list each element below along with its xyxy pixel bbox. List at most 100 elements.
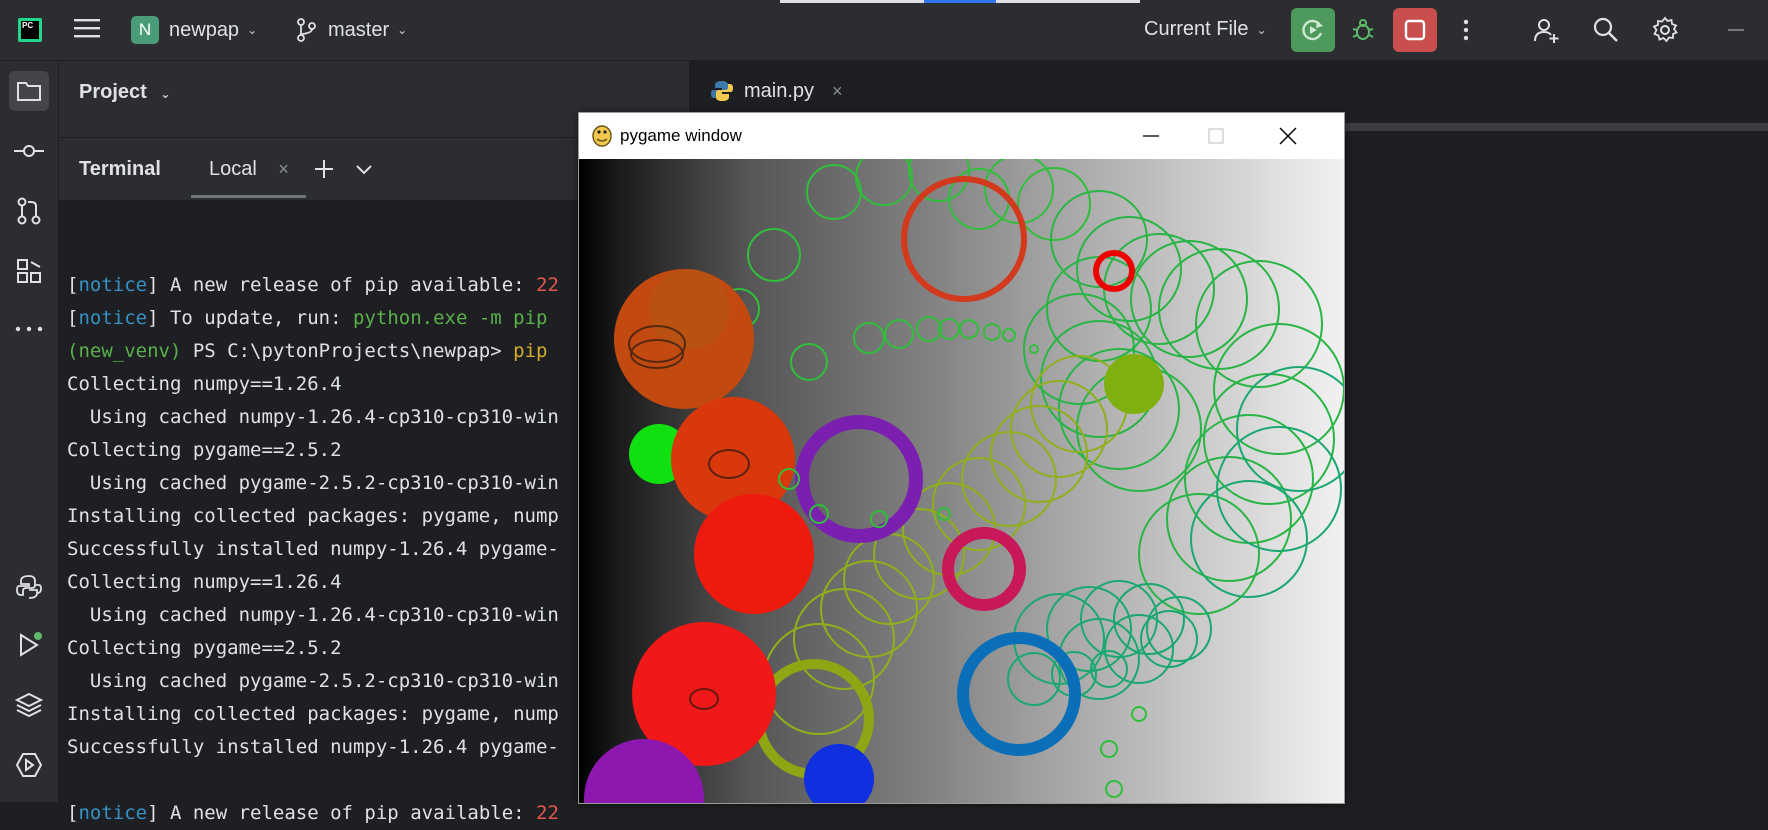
settings-button[interactable] [1643, 8, 1687, 52]
branch-switcher[interactable]: master ⌄ [296, 18, 407, 42]
python-file-icon [711, 81, 733, 101]
minimize-icon [1728, 29, 1744, 31]
hamburger-menu-icon [74, 19, 100, 38]
project-name: newpap [169, 18, 240, 41]
terminal-line: Collecting numpy==1.26.4 [67, 368, 559, 401]
search-icon [1593, 17, 1618, 42]
terminal-text: ] To update, run: [147, 307, 353, 329]
pygame-window[interactable]: pygame window [578, 112, 1345, 804]
code-with-me-button[interactable] [1524, 8, 1568, 52]
terminal-line: Collecting pygame==2.5.2 [67, 632, 559, 665]
terminal-text: 22 [536, 802, 559, 824]
tool-window-bar [0, 61, 59, 802]
bug-icon [1352, 19, 1374, 40]
pygame-close-button[interactable] [1258, 113, 1318, 158]
editor-scrollbar-track[interactable] [1340, 123, 1768, 131]
terminal-text: 22 [536, 274, 559, 296]
editor-tab-main-py[interactable]: main.py × [710, 79, 843, 103]
pygame-circles-render [584, 159, 1344, 803]
add-user-icon [1534, 19, 1559, 43]
layers-icon [15, 692, 43, 718]
search-button[interactable] [1584, 8, 1628, 52]
terminal-text: python.exe -m pip [353, 307, 548, 329]
window-tab-indicator [996, 0, 1140, 3]
pygame-maximize-button[interactable] [1186, 113, 1246, 158]
terminal-text: [ [67, 274, 79, 296]
chevron-down-icon: ⌄ [247, 23, 258, 37]
run-tool-button[interactable] [9, 625, 49, 665]
run-config-selector[interactable]: Current File ⌄ [1144, 18, 1267, 41]
python-icon [16, 575, 42, 599]
commit-tool-button[interactable] [9, 131, 49, 171]
terminal-line: Using cached pygame-2.5.2-cp310-cp310-wi… [67, 467, 559, 500]
terminal-line: Successfully installed numpy-1.26.4 pyga… [67, 533, 559, 566]
terminal-line: Installing collected packages: pygame, n… [67, 500, 559, 533]
terminal-text: notice [78, 307, 148, 329]
rerun-icon [1302, 19, 1323, 41]
structure-tool-button[interactable] [9, 251, 49, 291]
new-terminal-plus-icon[interactable] [313, 158, 335, 180]
close-tab-icon[interactable]: × [278, 159, 289, 179]
terminal-tab-label: Local [209, 158, 257, 180]
pygame-canvas[interactable] [579, 159, 1344, 803]
chevron-down-icon: ⌄ [1256, 22, 1267, 37]
terminal-text: Using cached numpy-1.26.4-cp310-cp310-wi… [67, 406, 559, 428]
minimize-ide-button[interactable] [1714, 8, 1758, 52]
branch-name: master [328, 18, 390, 41]
project-pane-label: Project [79, 81, 147, 103]
terminal-text: [ [67, 307, 79, 329]
editor-tab-label: main.py [744, 79, 815, 102]
services-tool-button[interactable] [9, 745, 49, 785]
pygame-window-title: pygame window [620, 126, 742, 145]
project-tool-button[interactable] [9, 71, 49, 111]
python-packages-tool-button[interactable] [9, 685, 49, 725]
run-icon [20, 632, 42, 657]
rerun-button[interactable] [1291, 8, 1335, 52]
close-icon [1279, 126, 1297, 145]
more-tools-button[interactable] [9, 309, 49, 349]
chevron-down-icon[interactable] [355, 164, 373, 176]
terminal-line: [notice] A new release of pip available:… [67, 269, 559, 302]
terminal-line: Successfully installed numpy-1.26.4 pyga… [67, 731, 559, 764]
terminal-tab-local[interactable]: Local × [209, 158, 289, 181]
close-tab-icon[interactable]: × [832, 81, 843, 102]
pull-requests-tool-button[interactable] [9, 191, 49, 231]
gear-icon [1652, 16, 1678, 43]
terminal-line: Using cached numpy-1.26.4-cp310-cp310-wi… [67, 401, 559, 434]
terminal-line: Collecting pygame==2.5.2 [67, 434, 559, 467]
terminal-text: notice [78, 802, 148, 824]
terminal-text: Using cached numpy-1.26.4-cp310-cp310-wi… [67, 604, 559, 626]
terminal-text: Using cached pygame-2.5.2-cp310-cp310-wi… [67, 472, 559, 494]
pygame-snake-icon [592, 125, 612, 147]
terminal-line: Collecting numpy==1.26.4 [67, 566, 559, 599]
commit-icon [14, 145, 44, 157]
pygame-titlebar[interactable]: pygame window [579, 113, 1344, 158]
python-console-tool-button[interactable] [9, 567, 49, 607]
terminal-text: Installing collected packages: pygame, n… [67, 703, 559, 725]
project-switcher[interactable]: N newpap ⌄ [131, 16, 257, 44]
project-pane-title[interactable]: Project ⌄ [79, 81, 170, 104]
terminal-text: Successfully installed numpy-1.26.4 pyga… [67, 736, 559, 758]
minimize-icon [1143, 134, 1159, 137]
stop-icon [1404, 19, 1426, 41]
debug-button[interactable] [1341, 8, 1385, 52]
terminal-output[interactable]: [notice] A new release of pip available:… [67, 236, 559, 830]
terminal-text: (new_venv) [67, 340, 182, 362]
folder-icon [17, 82, 41, 101]
terminal-line: Using cached numpy-1.26.4-cp310-cp310-wi… [67, 599, 559, 632]
terminal-text: Collecting pygame==2.5.2 [67, 439, 342, 461]
terminal-text: Collecting numpy==1.26.4 [67, 571, 342, 593]
terminal-text: Using cached pygame-2.5.2-cp310-cp310-wi… [67, 670, 559, 692]
terminal-text: Installing collected packages: pygame, n… [67, 505, 559, 527]
run-config-label: Current File [1144, 18, 1249, 40]
terminal-line: Using cached pygame-2.5.2-cp310-cp310-wi… [67, 665, 559, 698]
pycharm-logo-icon: PC [18, 18, 42, 42]
more-actions-button[interactable] [1444, 8, 1488, 52]
pygame-minimize-button[interactable] [1121, 113, 1181, 158]
window-tab-indicator [780, 0, 924, 3]
terminal-line: Installing collected packages: pygame, n… [67, 698, 559, 731]
terminal-line: [notice] To update, run: python.exe -m p… [67, 302, 559, 335]
main-menu-button[interactable] [74, 16, 100, 40]
stop-button[interactable] [1393, 8, 1437, 52]
more-horizontal-icon [15, 326, 43, 332]
